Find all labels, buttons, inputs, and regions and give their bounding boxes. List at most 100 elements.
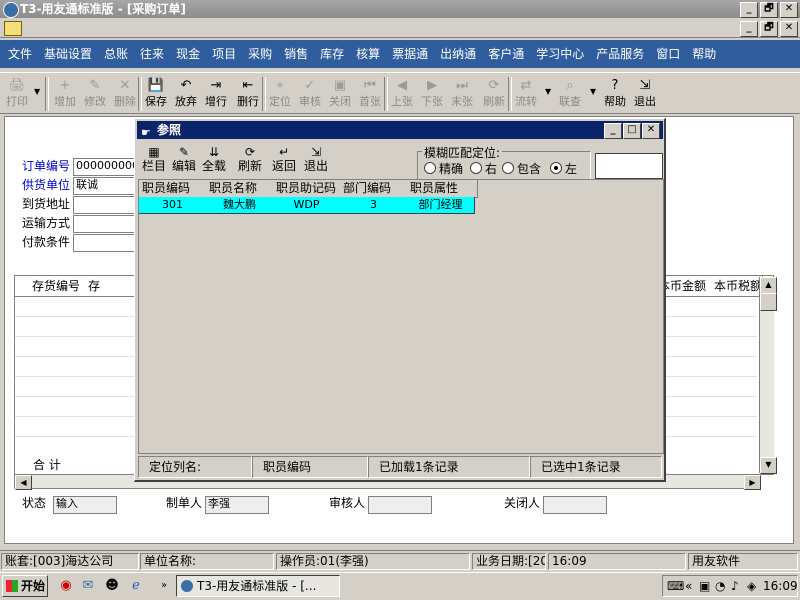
next-button[interactable]: ▶ 下张 <box>417 76 447 112</box>
quicklaunch-outlook-icon[interactable]: ✉ <box>80 578 96 594</box>
scroll-down-button[interactable]: ▼ <box>760 457 777 474</box>
reference-grid[interactable]: 职员编码 职员名称 职员助记码 部门编码 职员属性 301 魏大鹏 WDP 3 部门经理 <box>138 179 664 454</box>
security-icon[interactable]: ◔ <box>715 576 725 596</box>
menu-item[interactable]: 核算 <box>356 40 380 68</box>
dialog-minimize-button[interactable]: _ <box>604 123 622 139</box>
first-button[interactable]: ⏮ 首张 <box>355 76 385 112</box>
order-no-field[interactable]: 000000000 <box>73 158 139 176</box>
flow-dropdown-icon[interactable]: ▼ <box>545 87 552 96</box>
close-button[interactable]: ✕ <box>780 2 798 18</box>
fuzzy-option-radio[interactable]: 精确 <box>424 160 463 177</box>
menu-item[interactable]: 库存 <box>320 40 344 68</box>
reference-column-header[interactable]: 职员名称 <box>206 180 277 198</box>
dialog-title-bar[interactable]: ☛ 参照 _ □ ✕ <box>137 121 663 139</box>
modify-button[interactable]: ✎ 修改 <box>80 76 110 112</box>
query-button[interactable]: ⌕ 联查 <box>555 76 585 112</box>
mdi-restore-button[interactable]: 🗗 <box>760 21 778 37</box>
add-row-button[interactable]: ⇥ 增行 <box>201 76 231 112</box>
exit-button[interactable]: ⇲ 退出 <box>630 76 660 112</box>
transport-field[interactable] <box>73 215 139 233</box>
restore-button[interactable]: 🗗 <box>760 2 778 18</box>
column-header[interactable]: 存货编号 <box>29 276 89 297</box>
locate-button[interactable]: ⌖ 定位 <box>265 76 295 112</box>
vertical-scrollbar[interactable]: ▲ ▼ <box>759 277 777 474</box>
menu-item[interactable]: 现金 <box>176 40 200 68</box>
previous-button[interactable]: ◀ 上张 <box>387 76 417 112</box>
column-header[interactable]: 存 <box>85 276 139 297</box>
quicklaunch-app-icon[interactable]: ◉ <box>58 578 74 594</box>
quicklaunch-qq-icon[interactable]: ☻ <box>104 578 120 594</box>
menu-item[interactable]: 采购 <box>248 40 272 68</box>
keyboard-icon[interactable]: ⌨ <box>667 576 684 596</box>
delivery-address-field[interactable] <box>73 196 139 214</box>
menu-item[interactable]: 票据通 <box>392 40 428 68</box>
cancel-button[interactable]: ↶ 放弃 <box>171 76 201 112</box>
reference-cell[interactable]: 301 <box>139 197 207 214</box>
dialog-return-button[interactable]: ↵ 返回 <box>269 145 299 175</box>
reference-column-header[interactable]: 职员助记码 <box>273 180 344 198</box>
menu-item[interactable]: 产品服务 <box>596 40 644 68</box>
menu-item[interactable]: 学习中心 <box>536 40 584 68</box>
window-title-bar[interactable]: T3-用友通标准版 - [采购订单] _ 🗗 ✕ <box>0 0 800 18</box>
tray-expand-icon[interactable]: « <box>685 576 692 596</box>
close-button[interactable]: ▣ 关闭 <box>325 76 355 112</box>
menu-item[interactable]: 销售 <box>284 40 308 68</box>
fuzzy-option-radio[interactable]: 左 <box>550 160 577 177</box>
flow-button[interactable]: ⇄ 流转 <box>511 76 541 112</box>
start-button[interactable]: 开始 <box>2 575 48 597</box>
quicklaunch-ie-icon[interactable]: ℯ <box>128 578 144 594</box>
dialog-close-button[interactable]: ✕ <box>642 123 660 139</box>
help-button[interactable]: ? 帮助 <box>600 76 630 112</box>
scroll-thumb[interactable] <box>760 293 777 311</box>
dialog-maximize-button[interactable]: □ <box>623 123 641 139</box>
supplier-field[interactable]: 联诚 <box>73 177 139 195</box>
reference-cell[interactable]: 部门经理 <box>407 197 475 214</box>
mdi-close-button[interactable]: ✕ <box>780 21 798 37</box>
mdi-minimize-button[interactable]: _ <box>740 21 758 37</box>
menu-item[interactable]: 总账 <box>104 40 128 68</box>
fuzzy-search-input[interactable] <box>595 153 663 179</box>
menu-item[interactable]: 出纳通 <box>440 40 476 68</box>
menu-item[interactable]: 文件 <box>8 40 32 68</box>
last-button[interactable]: ⏭ 末张 <box>447 76 477 112</box>
add-button[interactable]: + 增加 <box>50 76 80 112</box>
volume-icon[interactable]: ♪ <box>731 576 739 596</box>
scroll-right-button[interactable]: ▶ <box>744 475 761 490</box>
delete-row-button[interactable]: ⇤ 删行 <box>233 76 263 112</box>
fuzzy-option-radio[interactable]: 包含 <box>502 160 541 177</box>
dialog-load-all-button[interactable]: ⇊ 全载 <box>199 145 229 175</box>
audit-button[interactable]: ✓ 审核 <box>295 76 325 112</box>
clock[interactable]: 16:09 <box>763 576 798 596</box>
quicklaunch-more-icon[interactable]: » <box>156 578 172 594</box>
menu-item[interactable]: 客户通 <box>488 40 524 68</box>
taskbar-window-button[interactable]: T3-用友通标准版 - [... <box>176 575 340 597</box>
query-dropdown-icon[interactable]: ▼ <box>590 87 597 96</box>
reference-cell[interactable]: 魏大鹏 <box>206 197 274 214</box>
misc-tray-icon[interactable]: ◈ <box>747 576 756 596</box>
reference-cell[interactable]: 3 <box>340 197 408 214</box>
reference-cell[interactable]: WDP <box>273 197 341 214</box>
column-header[interactable]: 本币税额 <box>711 276 763 297</box>
document-icon[interactable] <box>4 21 22 36</box>
reference-column-header[interactable]: 职员属性 <box>407 180 478 198</box>
print-dropdown-icon[interactable]: ▼ <box>34 87 41 96</box>
minimize-button[interactable]: _ <box>740 2 758 18</box>
dialog-columns-button[interactable]: ▦ 栏目 <box>139 145 169 175</box>
save-button[interactable]: 💾 保存 <box>141 76 171 112</box>
menu-item[interactable]: 窗口 <box>656 40 680 68</box>
scroll-left-button[interactable]: ◀ <box>15 475 32 490</box>
dialog-edit-button[interactable]: ✎ 编辑 <box>169 145 199 175</box>
menu-item[interactable]: 基础设置 <box>44 40 92 68</box>
dialog-exit-button[interactable]: ⇲ 退出 <box>301 145 331 175</box>
menu-item[interactable]: 往来 <box>140 40 164 68</box>
payment-terms-field[interactable] <box>73 234 139 252</box>
refresh-button[interactable]: ⟳ 刷新 <box>479 76 509 112</box>
fuzzy-option-radio[interactable]: 右 <box>470 160 497 177</box>
print-button[interactable]: 🖨 打印 <box>2 76 32 112</box>
delete-button[interactable]: ✕ 删除 <box>110 76 140 112</box>
scroll-up-button[interactable]: ▲ <box>760 277 777 294</box>
menu-item[interactable]: 帮助 <box>692 40 716 68</box>
reference-column-header[interactable]: 部门编码 <box>340 180 411 198</box>
dialog-refresh-button[interactable]: ⟳ 刷新 <box>235 145 265 175</box>
network-icon[interactable]: ▣ <box>699 576 710 596</box>
